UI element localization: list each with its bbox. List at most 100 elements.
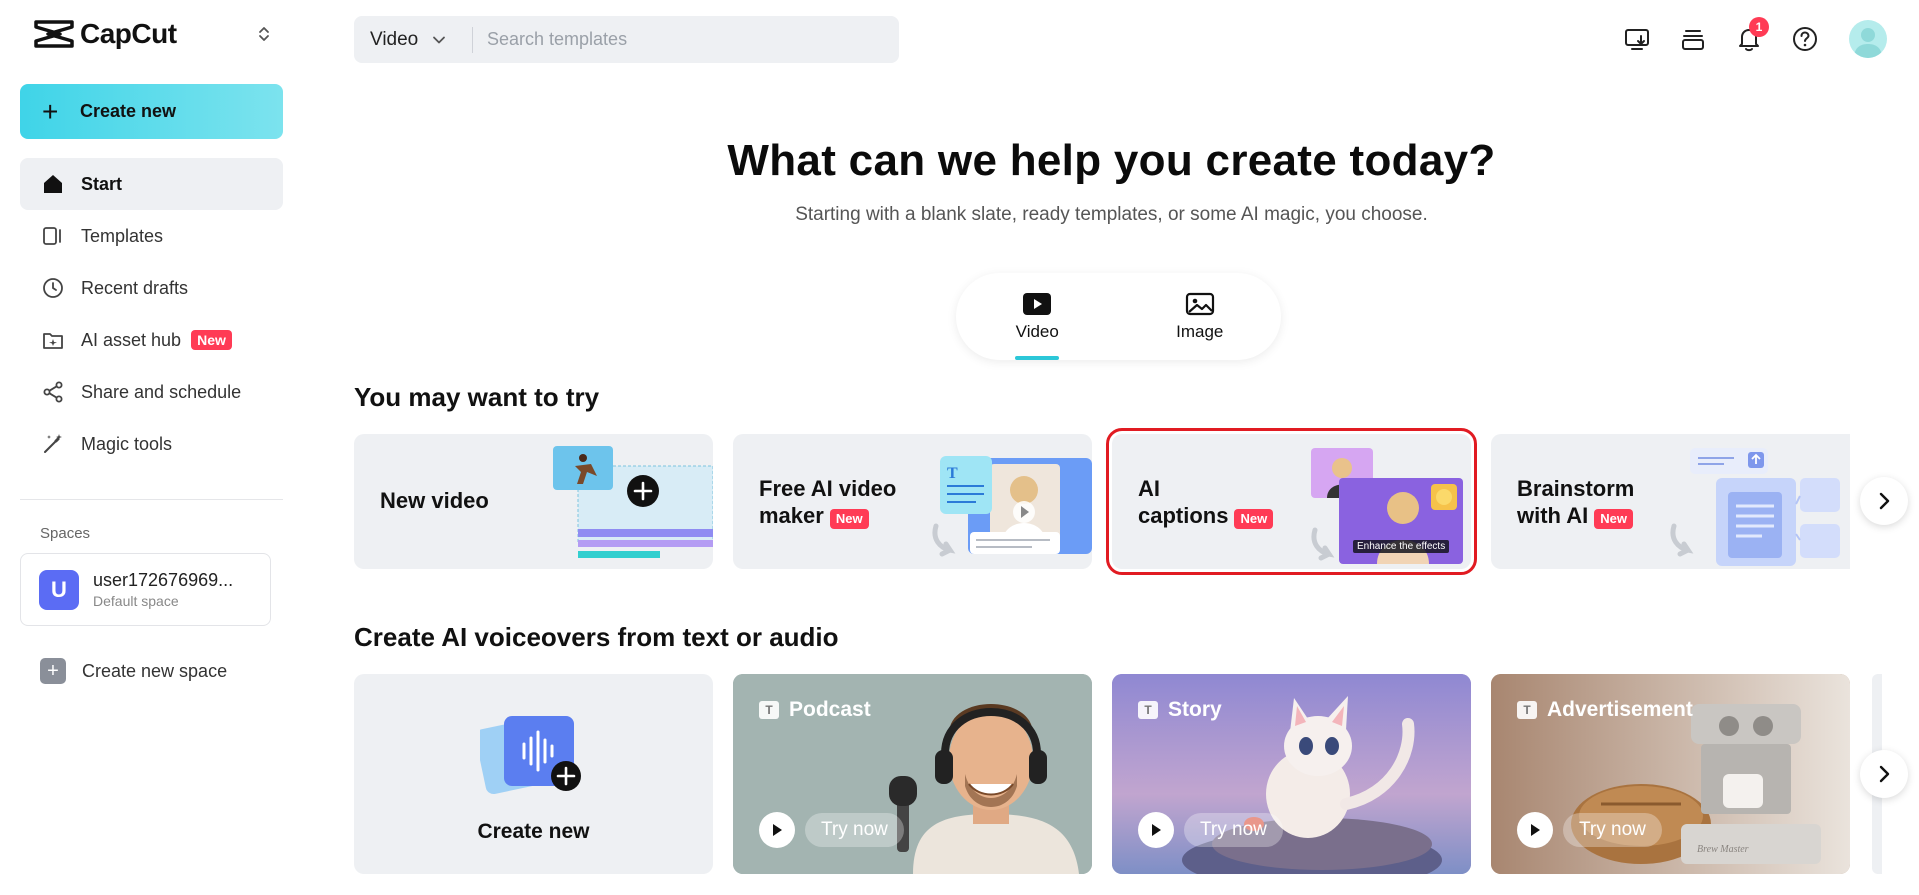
spaces-heading: Spaces <box>40 525 91 542</box>
new-video-illustration <box>553 446 713 558</box>
create-new-space-button[interactable]: + Create new space <box>40 658 227 684</box>
user-silhouette-icon <box>1854 28 1882 58</box>
switch-workspace-icon[interactable] <box>254 24 274 44</box>
podcast-label-text: Podcast <box>789 698 871 721</box>
play-icon[interactable] <box>1517 812 1553 848</box>
desktop-download-icon[interactable] <box>1619 21 1655 57</box>
sidebar-item-label: Share and schedule <box>81 381 242 402</box>
next-arrow-button[interactable] <box>1860 750 1908 798</box>
try-cards: New video Free AI video maker New T AI c… <box>354 428 1850 575</box>
tab-label: Image <box>1176 321 1224 341</box>
app-name: CapCut <box>80 18 177 49</box>
create-new-space-label: Create new space <box>82 660 228 681</box>
audio-wave-icon <box>480 716 581 795</box>
search-type-dropdown[interactable]: Video <box>354 16 472 63</box>
stack-icon[interactable] <box>1675 21 1711 57</box>
new-badge: New <box>1234 509 1274 529</box>
advertisement-try-row: Try now <box>1517 812 1662 848</box>
card-title-line1: AI <box>1138 476 1160 501</box>
search-input[interactable] <box>487 29 867 50</box>
card-title: New video <box>380 488 489 513</box>
card-title-line2-text: with AI <box>1517 503 1589 528</box>
advertisement-try-now-button[interactable]: Try now <box>1563 813 1662 847</box>
svg-text:Brew Master: Brew Master <box>1697 844 1749 855</box>
space-subtitle: Default space <box>93 593 179 609</box>
capcut-logo-icon <box>34 20 74 48</box>
share-icon <box>40 379 66 405</box>
sidebar-item-magic-tools[interactable]: Magic tools <box>20 418 283 470</box>
new-badge: New <box>191 330 232 350</box>
page-title: What can we help you create today? <box>727 136 1496 185</box>
home-icon <box>40 171 66 197</box>
user-avatar[interactable] <box>1849 20 1887 58</box>
podcast-card[interactable]: T Podcast Try now <box>733 674 1092 874</box>
advertisement-label: T Advertisement <box>1517 698 1693 722</box>
chevron-right-icon <box>1879 492 1890 510</box>
ai-captions-illustration: Enhance the effects <box>1311 448 1471 569</box>
podcast-try-now-button[interactable]: Try now <box>805 813 904 847</box>
voiceover-create-new-card[interactable]: Create new <box>354 674 713 874</box>
advertisement-card[interactable]: Brew Master T Advertisement Try now <box>1491 674 1850 874</box>
sidebar-item-recent-drafts[interactable]: Recent drafts <box>20 262 283 314</box>
voiceover-section-title: Create AI voiceovers from text or audio <box>354 622 839 652</box>
new-badge: New <box>1594 509 1634 529</box>
text-voice-icon: T <box>759 701 779 719</box>
podcast-try-row: Try now <box>759 812 904 848</box>
sidebar-item-templates[interactable]: Templates <box>20 210 283 262</box>
asset-hub-icon <box>40 327 66 353</box>
brainstorm-illustration <box>1670 448 1840 566</box>
clock-icon <box>40 275 66 301</box>
play-icon[interactable] <box>1138 812 1174 848</box>
bell-icon[interactable]: 1 <box>1731 17 1769 57</box>
sidebar-item-label: Templates <box>81 225 164 246</box>
text-voice-icon: T <box>1138 701 1158 719</box>
image-icon <box>1185 292 1214 315</box>
search-type-value: Video <box>370 28 419 50</box>
new-video-card[interactable]: New video <box>354 434 713 569</box>
caption-overlay: Enhance the effects <box>1353 540 1450 553</box>
free-ai-video-maker-card[interactable]: Free AI video maker New T <box>733 434 1092 569</box>
help-icon[interactable] <box>1787 21 1823 57</box>
voiceover-create-new-label: Create new <box>477 820 590 843</box>
logo[interactable]: CapCut <box>34 16 274 52</box>
sidebar-item-start[interactable]: Start <box>20 158 283 210</box>
magic-wand-icon <box>40 431 66 457</box>
video-icon <box>1023 292 1052 315</box>
sidebar-item-ai-asset-hub[interactable]: AI asset hub New <box>20 314 283 366</box>
podcast-label: T Podcast <box>759 698 871 722</box>
text-voice-icon: T <box>1517 701 1537 719</box>
space-card[interactable]: U user172676969... Default space <box>20 553 271 626</box>
chevron-right-icon <box>1879 765 1890 783</box>
tab-video[interactable]: Video <box>956 273 1119 360</box>
ai-captions-card[interactable]: AI captions New Enhance the effects <box>1106 428 1477 575</box>
tab-label: Video <box>1015 321 1059 341</box>
story-label: T Story <box>1138 698 1222 722</box>
create-new-label: Create new <box>80 101 177 121</box>
card-title-line1: Free AI video <box>759 476 897 501</box>
plus-icon: + <box>42 95 59 127</box>
sidebar-nav: Start Templates Recent drafts AI asset h… <box>20 158 283 470</box>
tab-image[interactable]: Image <box>1119 273 1282 360</box>
story-try-now-button[interactable]: Try now <box>1184 813 1283 847</box>
card-title-line2: captions New <box>1138 502 1274 529</box>
search-separator <box>472 26 473 53</box>
templates-icon <box>40 223 66 249</box>
sidebar-divider <box>20 499 283 500</box>
play-icon[interactable] <box>759 812 795 848</box>
sidebar: CapCut + Create new Start Templates Rece… <box>0 0 303 895</box>
story-card[interactable]: T Story Try now <box>1112 674 1471 874</box>
page-subtitle: Starting with a blank slate, ready templ… <box>795 204 1428 225</box>
space-name: user172676969... <box>93 570 234 590</box>
next-arrow-button[interactable] <box>1860 477 1908 525</box>
card-title-line2: maker New <box>759 502 869 529</box>
sidebar-item-label: Start <box>81 173 123 194</box>
brainstorm-with-ai-card[interactable]: Brainstorm with AI New <box>1491 434 1850 569</box>
card-title-line1: Brainstorm <box>1517 476 1635 501</box>
sidebar-item-share-and-schedule[interactable]: Share and schedule <box>20 366 283 418</box>
card-title-line2: with AI New <box>1517 502 1634 529</box>
sidebar-item-label: Recent drafts <box>81 277 189 298</box>
top-toolbar: 1 <box>1599 17 1887 58</box>
create-new-button[interactable]: + Create new <box>20 84 283 139</box>
media-type-toggle: Video Image <box>956 273 1281 360</box>
voiceover-cards: Create new T Podcast Try now T Story Try… <box>354 674 1850 874</box>
